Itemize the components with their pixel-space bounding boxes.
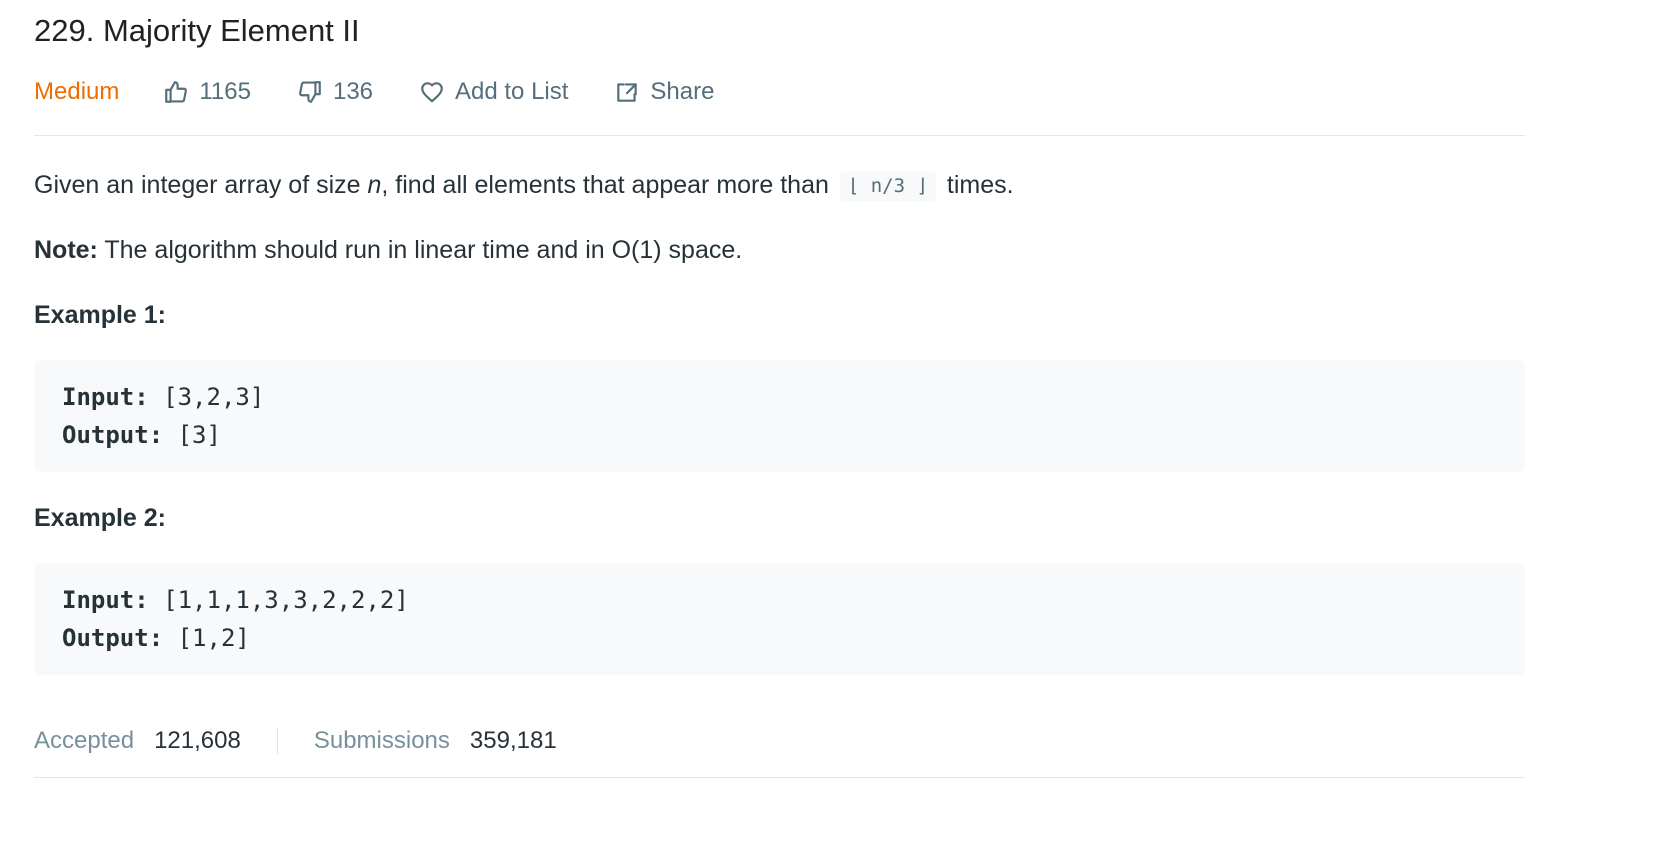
- input-value: [3,2,3]: [148, 383, 265, 411]
- dislike-count: 136: [332, 78, 374, 105]
- dislike-button[interactable]: 136: [297, 78, 373, 106]
- note-text: The algorithm should run in linear time …: [97, 236, 743, 264]
- inline-code-floor-n-3: ⌊ n/3 ⌋: [839, 171, 936, 201]
- submissions-count: 359,181: [469, 727, 557, 754]
- submission-stats: Accepted 121,608 Submissions 359,181: [34, 722, 557, 760]
- output-value: [1,2]: [163, 624, 250, 652]
- example-1-heading: Example 1:: [34, 301, 167, 329]
- like-count: 1165: [199, 78, 251, 105]
- input-value: [1,1,1,3,3,2,2,2]: [148, 586, 409, 614]
- input-label: Input:: [62, 383, 149, 411]
- like-button[interactable]: 1165: [163, 78, 251, 106]
- example-2-heading: Example 2:: [34, 504, 167, 532]
- add-to-list-button[interactable]: Add to List: [419, 78, 568, 106]
- stats-separator: [276, 728, 278, 754]
- share-label: Share: [650, 78, 715, 105]
- example-1-input-line: Input: [3,2,3]: [62, 378, 1497, 416]
- input-label: Input:: [62, 586, 149, 614]
- problem-description: Given an integer array of size n, find a…: [34, 166, 1014, 206]
- add-to-list-label: Add to List: [455, 78, 569, 105]
- description-text: Given an integer array of size: [34, 171, 368, 199]
- description-text: , find all elements that appear more tha…: [381, 171, 836, 199]
- example-2-output-line: Output: [1,2]: [62, 619, 1497, 657]
- footer-divider: [34, 777, 1525, 778]
- output-value: [3]: [163, 421, 221, 449]
- note-label: Note:: [34, 236, 98, 264]
- difficulty-label: Medium: [34, 78, 120, 105]
- example-2-code-block: Input: [1,1,1,3,3,2,2,2] Output: [1,2]: [34, 563, 1525, 675]
- example-1-output-line: Output: [3]: [62, 416, 1497, 454]
- header-divider: [34, 135, 1525, 136]
- thumbs-down-icon: [298, 81, 321, 103]
- output-label: Output:: [62, 624, 164, 652]
- example-2-input-line: Input: [1,1,1,3,3,2,2,2]: [62, 581, 1497, 619]
- share-icon: [617, 83, 638, 102]
- output-label: Output:: [62, 421, 164, 449]
- problem-title: 229. Majority Element II: [34, 13, 360, 48]
- heart-icon: [421, 82, 443, 103]
- example-1-code-block: Input: [3,2,3] Output: [3]: [34, 360, 1525, 472]
- problem-note: Note: The algorithm should run in linear…: [34, 231, 742, 269]
- thumbs-up-icon: [165, 81, 188, 103]
- problem-meta-row: Medium 1165 136 Add to List Share: [34, 72, 760, 112]
- share-button[interactable]: Share: [614, 78, 714, 106]
- submissions-label: Submissions: [313, 727, 450, 754]
- description-text: times.: [939, 171, 1014, 199]
- accepted-count: 121,608: [154, 727, 241, 754]
- accepted-label: Accepted: [34, 727, 135, 754]
- variable-n: n: [367, 171, 382, 199]
